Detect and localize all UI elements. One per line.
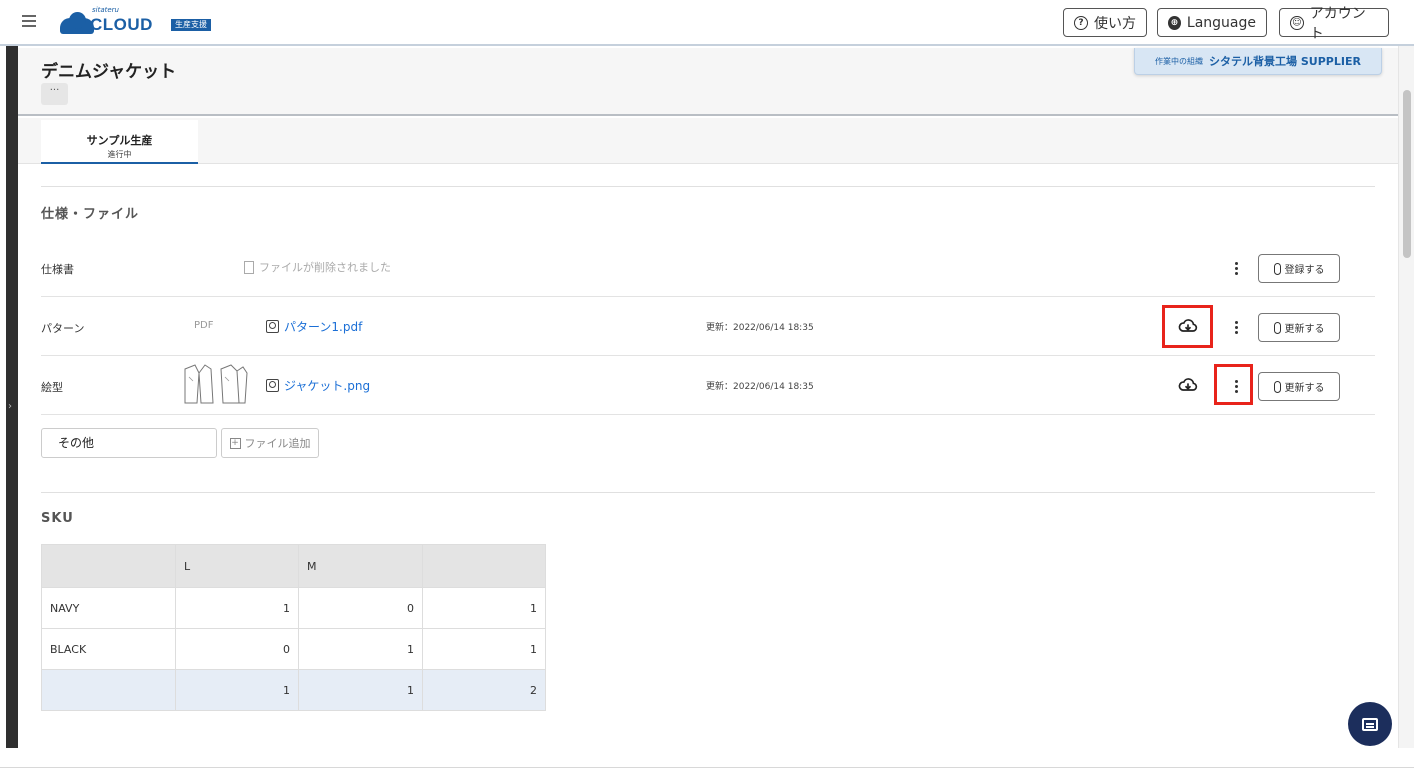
add-file-label: ファイル追加 [244,437,311,450]
more-options-icon[interactable] [1226,317,1246,337]
document-icon [244,260,254,274]
cloud-logo-icon [60,12,94,34]
file-type: PDF [194,320,214,331]
file-name: パターン1.pdf [284,320,363,334]
globe-icon: ⊕ [1168,15,1181,30]
scrollbar[interactable] [1398,46,1414,748]
help-label: 使い方 [1094,15,1136,32]
logo-text: CLOUD [90,15,153,34]
chat-icon [1362,717,1378,731]
file-link-sketch[interactable]: ジャケット.png [266,377,370,394]
help-button[interactable]: ? 使い方 [1063,8,1147,37]
tab-bar: サンプル生産 進行中 [18,118,1398,164]
scrollbar-thumb[interactable] [1403,90,1411,258]
register-button[interactable]: 登録する [1258,254,1340,283]
update-button[interactable]: 更新する [1258,313,1340,342]
other-file-category-input[interactable]: その他 [41,428,217,458]
table-header-cell: L [175,544,299,588]
row-label: 仕様書 [41,263,74,276]
file-row-spec: 仕様書 ファイルが削除されました 登録する [41,239,1375,297]
row-name [41,669,176,711]
deleted-file-text: ファイルが削除されました [244,259,391,275]
sku-section-title: SKU [41,511,74,526]
jacket-thumbnail[interactable] [181,363,249,407]
file-name: ジャケット.png [284,379,371,393]
table-cell: 1 [175,669,299,711]
table-header-row: L M [41,544,546,588]
top-bar: sitateru CLOUD 生産支援 ? 使い方 ⊕ Language ☺ ア… [0,0,1414,46]
page-title: デニムジャケット [41,62,177,82]
table-cell: 1 [298,628,423,670]
bottom-divider [0,767,1414,768]
update-label: 更新する [1284,324,1325,335]
logo[interactable]: sitateru CLOUD 生産支援 [60,6,220,36]
more-button[interactable]: ··· [41,83,68,105]
row-name: BLACK [41,628,176,670]
account-icon: ☺ [1290,15,1304,30]
org-name: シタテル背景工場 SUPPLIER [1209,55,1361,68]
logo-badge: 生産支援 [171,19,211,31]
chevron-right-icon: › [8,401,12,412]
update-button[interactable]: 更新する [1258,372,1340,401]
question-icon: ? [1074,15,1088,30]
file-link-pattern[interactable]: パターン1.pdf [266,318,362,335]
org-label: 作業中の組織 [1155,56,1204,66]
section-divider [41,492,1375,493]
table-header-cell [41,544,176,588]
file-row-sketch: 絵型 ジャケット.png 更新：2022/06/14 18:35 更新する [41,357,1375,415]
tab-status: 進行中 [107,150,132,159]
file-image-icon [266,379,279,392]
table-cell: 1 [298,669,423,711]
main-content: デニムジャケット ··· 作業中の組織 シタテル背景工場 SUPPLIER サン… [18,48,1398,748]
account-label: アカウント [1309,5,1366,42]
table-cell: 2 [422,669,546,711]
row-label: 絵型 [41,381,63,394]
language-label: Language [1186,14,1256,31]
paperclip-icon [1273,380,1281,393]
table-row: NAVY 1 0 1 [41,587,546,629]
side-drawer-handle[interactable]: › [6,46,18,748]
account-button[interactable]: ☺ アカウント [1279,6,1389,42]
menu-icon[interactable] [22,15,36,27]
register-label: 登録する [1284,265,1325,276]
tab-sample-production[interactable]: サンプル生産 進行中 [41,120,198,164]
table-header-cell: M [298,544,423,588]
logo-brand-small: sitateru [92,6,119,14]
add-file-button[interactable]: + ファイル追加 [221,428,319,458]
more-options-icon[interactable] [1226,258,1246,278]
table-header-cell [422,544,546,588]
table-cell: 1 [422,628,546,670]
update-label: 更新する [1284,383,1325,394]
title-area: デニムジャケット ··· 作業中の組織 シタテル背景工場 SUPPLIER [18,48,1398,116]
table-cell: 0 [175,628,299,670]
tab-label: サンプル生産 [86,134,153,147]
add-icon: + [229,437,241,449]
updated-timestamp: 更新：2022/06/14 18:35 [706,382,814,392]
paperclip-icon [1273,321,1281,334]
file-image-icon [266,320,279,333]
file-row-pattern: パターン PDF パターン1.pdf 更新：2022/06/14 18:35 更… [41,298,1375,356]
row-label: パターン [41,322,85,335]
highlight-box [1214,364,1253,405]
table-row: BLACK 0 1 1 [41,628,546,670]
chat-button[interactable] [1348,702,1392,746]
current-org-badge: 作業中の組織 シタテル背景工場 SUPPLIER [1134,48,1382,75]
files-section-title: 仕様・ファイル [41,207,140,222]
table-cell: 1 [422,587,546,629]
cloud-download-icon[interactable] [1178,375,1198,395]
language-button[interactable]: ⊕ Language [1157,8,1267,37]
table-total-row: 1 1 2 [41,669,546,711]
sku-table: L M NAVY 1 0 1 BLACK 0 1 1 1 1 2 [41,544,546,711]
deleted-file-label: ファイルが削除されました [259,261,391,274]
highlight-box [1162,305,1213,348]
row-name: NAVY [41,587,176,629]
paperclip-icon [1273,262,1281,275]
table-cell: 1 [175,587,299,629]
section-divider [41,186,1375,187]
updated-timestamp: 更新：2022/06/14 18:35 [706,323,814,333]
table-cell: 0 [298,587,423,629]
